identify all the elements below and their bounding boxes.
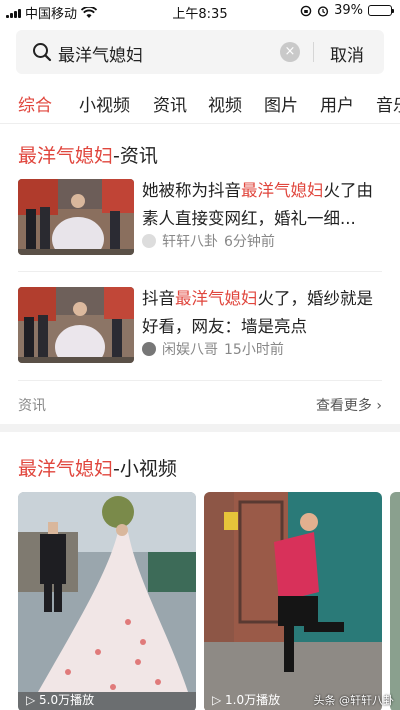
news-source: 闲娱八哥 <box>162 342 218 358</box>
video-section-title: 最洋气媳妇-小视频 <box>18 454 177 481</box>
news-thumbnail <box>18 287 134 363</box>
battery-icon <box>368 5 394 16</box>
watermark: 头条 @轩轩八卦 <box>313 694 395 707</box>
search-box[interactable]: 最洋气媳妇 × 取消 <box>16 30 384 74</box>
news-item[interactable]: 她被称为抖音最洋气媳妇火了由素人直接变网红，婚礼一细... 轩轩八卦 6分钟前 <box>18 179 382 259</box>
news-item[interactable]: 抖音最洋气媳妇火了，婚纱就是好看，网友：墙是亮点 闲娱八哥 15小时前 <box>18 287 382 367</box>
video-thumbnail <box>204 492 382 710</box>
video-card[interactable]: ▷ 5.0万播放 <box>18 492 196 710</box>
search-divider <box>313 42 314 62</box>
item-divider <box>18 380 382 381</box>
news-time: 15小时前 <box>224 342 284 358</box>
source-avatar <box>142 234 156 248</box>
video-title-suffix: -小视频 <box>113 458 177 480</box>
item-divider <box>18 271 382 272</box>
video-card[interactable]: ▷ 1.0万播放 <box>204 492 382 710</box>
news-meta: 闲娱八哥 15小时前 <box>142 339 284 359</box>
news-footer-label: 资讯 <box>18 398 46 414</box>
news-section: 最洋气媳妇-资讯 她被称为抖音最洋气媳妇火了由素人直接变网红，婚礼一细... 轩… <box>0 125 400 420</box>
headline-highlight: 最洋气媳妇 <box>241 181 324 200</box>
rotation-lock-icon <box>300 5 312 16</box>
category-tabs: 综合 小视频 资讯 视频 图片 用户 音乐 <box>0 84 400 124</box>
news-thumbnail <box>18 179 134 255</box>
video-card-partial[interactable] <box>390 492 400 710</box>
news-headline: 她被称为抖音最洋气媳妇火了由素人直接变网红，婚礼一细... <box>142 177 386 233</box>
status-bar: 中国移动 上午8:35 39% <box>0 0 400 22</box>
tab-users[interactable]: 用户 <box>320 91 354 116</box>
video-title-highlight: 最洋气媳妇 <box>18 458 114 480</box>
tab-music[interactable]: 音乐 <box>376 91 400 116</box>
tab-general[interactable]: 综合 <box>18 91 52 116</box>
tab-news[interactable]: 资讯 <box>153 91 187 116</box>
battery-percent: 39% <box>334 3 363 18</box>
news-title-suffix: -资讯 <box>113 145 158 167</box>
section-gap <box>0 424 400 432</box>
video-play-count: ▷ 5.0万播放 <box>26 693 95 707</box>
clear-icon[interactable]: × <box>280 42 300 62</box>
alarm-icon <box>317 5 329 17</box>
video-play-count: ▷ 1.0万播放 <box>212 693 281 707</box>
news-headline: 抖音最洋气媳妇火了，婚纱就是好看，网友：墙是亮点 <box>142 285 386 341</box>
tab-short-video[interactable]: 小视频 <box>79 91 130 116</box>
search-icon <box>33 43 52 62</box>
news-source: 轩轩八卦 <box>162 234 218 250</box>
search-input[interactable]: 最洋气媳妇 <box>58 41 143 66</box>
news-footer: 资讯 查看更多 › <box>18 395 382 415</box>
video-strip: ▷ 5.0万播放 ▷ 1.0万播放 <box>0 492 400 710</box>
search-row: 最洋气媳妇 × 取消 <box>0 26 400 78</box>
tab-video[interactable]: 视频 <box>208 91 242 116</box>
headline-highlight: 最洋气媳妇 <box>175 289 258 308</box>
video-section: 最洋气媳妇-小视频 ▷ 5.0万播放 ▷ 1.0万播放 头条 @轩轩八卦 <box>0 432 400 710</box>
news-title-highlight: 最洋气媳妇 <box>18 145 114 167</box>
tab-images[interactable]: 图片 <box>264 91 298 116</box>
headline-pre: 她被称为抖音 <box>142 181 241 200</box>
headline-pre: 抖音 <box>142 289 175 308</box>
source-avatar <box>142 342 156 356</box>
news-time: 6分钟前 <box>224 234 275 250</box>
cancel-button[interactable]: 取消 <box>330 41 364 66</box>
see-more-link[interactable]: 查看更多 › <box>316 395 382 415</box>
news-meta: 轩轩八卦 6分钟前 <box>142 231 275 251</box>
video-thumbnail <box>18 492 196 710</box>
news-section-title: 最洋气媳妇-资讯 <box>18 141 158 168</box>
